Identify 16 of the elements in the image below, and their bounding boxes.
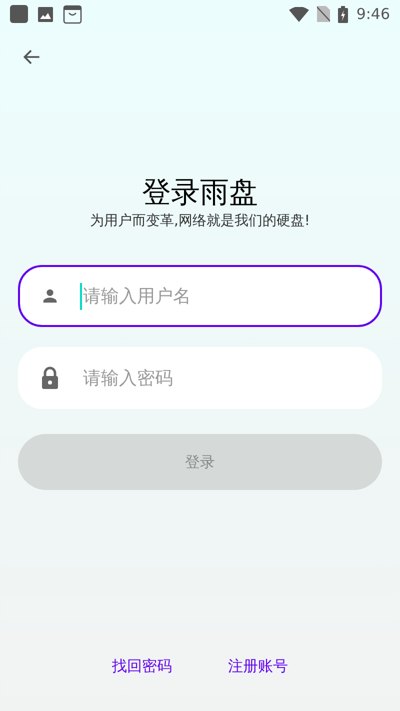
lock-icon xyxy=(40,366,60,390)
text-input[interactable]: 请输入用户名 xyxy=(80,282,360,310)
image-icon xyxy=(38,6,53,22)
shop-icon xyxy=(63,4,82,24)
wifi-icon xyxy=(289,6,310,22)
password-field[interactable]: 请输入密码 xyxy=(18,347,382,409)
slogan-text: 为用户而变革,网络就是我们的硬盘! xyxy=(90,212,310,231)
clock-time: 9:46 xyxy=(356,4,390,25)
text-input[interactable]: 请输入密码 xyxy=(80,364,360,392)
username-field[interactable]: 请输入用户名 xyxy=(18,265,382,327)
battery-icon xyxy=(338,6,348,22)
page-title: 登录雨盘 xyxy=(142,175,258,209)
app-icon xyxy=(10,5,28,23)
no-sim-icon xyxy=(317,6,330,22)
text-link[interactable]: 注册账号 xyxy=(228,654,288,677)
text-link[interactable]: 找回密码 xyxy=(112,654,172,677)
